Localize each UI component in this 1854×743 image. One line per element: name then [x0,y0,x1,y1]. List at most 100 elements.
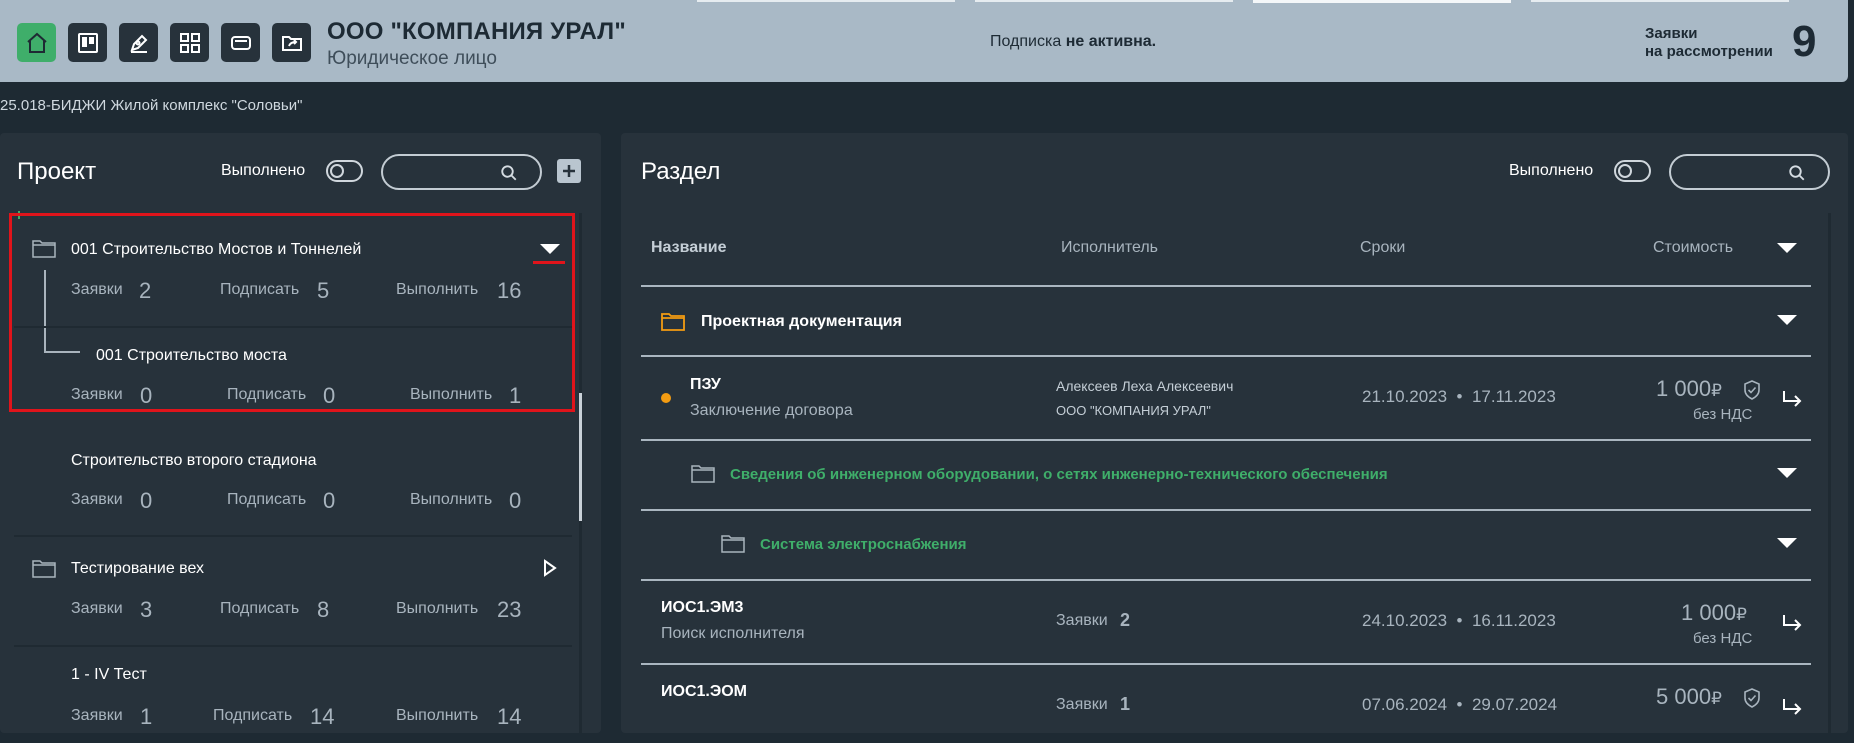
project-name[interactable]: Тестирование вех [71,560,204,578]
divider [641,509,1811,511]
row-code[interactable]: ИОС1.ЭМ3 [661,599,743,617]
term-dates: 07.06.2024 • 29.07.2024 [1362,695,1557,715]
grid-icon [179,32,200,53]
tab-indicator [1531,0,1789,2]
stat-apps-value: 0 [140,488,153,513]
folder-share-icon [281,35,302,51]
stat-apps-label: Заявки [71,491,123,508]
add-project-button[interactable] [557,159,581,183]
date-separator: • [1456,695,1463,714]
date-start: 24.10.2023 [1362,611,1448,630]
done-toggle[interactable] [326,160,363,182]
cost-value: 5 000 [1656,684,1712,709]
currency: ₽ [1711,689,1722,708]
tab-indicator [975,0,1233,2]
project-name[interactable]: 1 - IV Тест [71,666,147,684]
column-header-terms[interactable]: Сроки [1360,239,1405,257]
project-panel: Проект Выполнено 001 Строительство Мосто… [0,133,601,733]
group-name[interactable]: Проектная документация [701,313,902,331]
plus-icon [563,165,575,177]
applications-label: Заявки [1056,612,1108,629]
stat-do-label: Выполнить [396,707,479,724]
term-dates: 21.10.2023 • 17.11.2023 [1362,387,1556,407]
project-search-input[interactable] [381,154,542,190]
date-end: 17.11.2023 [1471,387,1556,406]
row-status: Поиск исполнителя [661,625,805,642]
stat-do-value: 14 [497,704,522,729]
stat-sign-label: Подписать [213,707,293,724]
scrollbar-thumb[interactable] [579,393,582,521]
applications-label: Заявки [1056,696,1108,713]
stat-sign-label: Подписать [227,491,307,508]
pen-icon [129,34,147,53]
stat-do-value: 23 [497,597,522,622]
column-header-cost[interactable]: Стоимость [1653,239,1733,257]
open-arrow-icon[interactable] [1781,613,1803,633]
company-info: ООО "КОМПАНИЯ УРАЛ" Юридическое лицо [327,18,626,70]
applications-count[interactable]: 9 [1792,17,1816,67]
executor-name: Алексеев Леха Алексеевич [1056,378,1234,394]
breadcrumb[interactable]: 25.018-БИДЖИ Жилой комплекс "Соловьи" [0,97,302,114]
cost-value: 1 000 [1656,376,1712,401]
divider [641,285,1811,287]
date-separator: • [1456,387,1463,406]
stat-do-value: 0 [509,488,522,513]
search-icon [501,165,517,181]
column-header-executor[interactable]: Исполнитель [1061,239,1158,257]
card-button[interactable] [221,23,260,62]
top-header: ООО "КОМПАНИЯ УРАЛ" Юридическое лицо Под… [0,0,1848,82]
currency: ₽ [1711,381,1722,400]
scrollbar-track[interactable] [1828,213,1831,733]
done-filter-label: Выполнено [221,162,306,179]
folder-share-button[interactable] [272,23,311,62]
done-filter-label: Выполнено [1509,162,1594,179]
collapse-all-toggle[interactable] [1777,243,1797,253]
section-search-input[interactable] [1669,154,1830,190]
divider [641,439,1811,441]
open-arrow-icon[interactable] [1781,389,1803,409]
term-dates: 24.10.2023 • 16.11.2023 [1362,611,1556,631]
kanban-icon [77,32,98,53]
sign-button[interactable] [119,23,158,62]
stat-apps-value: 3 [140,597,153,622]
group-name[interactable]: Система электроснабжения [760,536,966,553]
applications-label-line2: на рассмотрении [1645,43,1773,60]
folder-icon [661,313,685,331]
group-collapse-toggle[interactable] [1777,315,1797,325]
shield-check-icon [1744,380,1760,400]
executor-org: ООО "КОМПАНИЯ УРАЛ" [1056,403,1211,418]
group-collapse-toggle[interactable] [1777,538,1797,548]
status-dot [661,393,671,403]
group-name[interactable]: Сведения об инженерном оборудовании, о с… [730,466,1388,483]
date-start: 07.06.2024 [1362,695,1448,714]
applications-count[interactable]: 1 [1120,694,1130,715]
row-status: Заключение договора [690,402,853,419]
subscription-state: не активна. [1065,33,1157,50]
kanban-button[interactable] [68,23,107,62]
stat-apps-label: Заявки [71,600,123,617]
vat-note: без НДС [1693,406,1753,423]
home-icon [26,32,47,53]
date-end: 16.11.2023 [1471,611,1556,630]
grid-button[interactable] [170,23,209,62]
open-arrow-icon[interactable] [1781,697,1803,717]
currency: ₽ [1736,605,1747,624]
applications-count[interactable]: 2 [1120,610,1130,631]
project-name[interactable]: Строительство второго стадиона [71,452,317,470]
divider [14,645,572,647]
column-header-name[interactable]: Название [651,239,727,257]
home-button[interactable] [17,23,56,62]
row-code[interactable]: ИОС1.ЭОМ [661,683,747,701]
expand-toggle[interactable] [543,559,557,577]
stat-do-label: Выполнить [396,600,479,617]
shield-check-icon [1744,688,1760,708]
panel-title: Раздел [641,158,721,185]
applications-label: Заявки на рассмотрении [1645,25,1773,61]
divider [14,535,572,537]
stat-sign-value: 14 [310,704,335,729]
group-collapse-toggle[interactable] [1777,468,1797,478]
folder-icon [721,535,745,553]
vat-note: без НДС [1693,630,1753,647]
done-toggle[interactable] [1614,160,1651,182]
row-code[interactable]: ПЗУ [690,376,721,394]
